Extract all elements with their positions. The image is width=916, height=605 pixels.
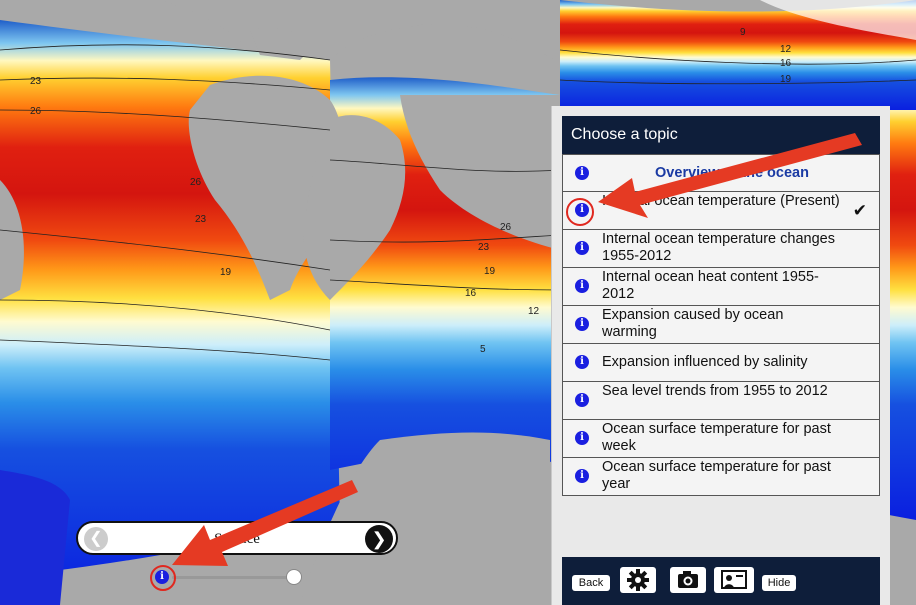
settings-button[interactable] xyxy=(620,567,656,593)
topic-label: Sea level trends from 1955 to 2012 xyxy=(602,383,828,399)
gear-icon xyxy=(627,569,649,591)
topic-label: Internal ocean heat content 1955-2012 xyxy=(602,269,819,302)
contour-label: 19 xyxy=(220,267,232,278)
topic-label: Ocean surface temperature for past year xyxy=(602,459,831,492)
highlight-ring xyxy=(150,565,176,591)
info-icon[interactable]: i xyxy=(575,279,589,293)
camera-icon xyxy=(678,571,698,588)
topic-item-surface-year[interactable]: i Ocean surface temperature for past yea… xyxy=(562,458,880,496)
topic-item-surface-week[interactable]: i Ocean surface temperature for past wee… xyxy=(562,420,880,458)
back-button[interactable]: Back xyxy=(572,575,610,591)
depth-selector: ❮ Surface ❯ xyxy=(76,521,398,555)
contour-label: 5 xyxy=(480,344,486,355)
checkmark-icon: ✔ xyxy=(852,201,867,220)
panel-toolbar: Back Hide xyxy=(562,557,880,605)
topic-item-sea-level-trends[interactable]: i Sea level trends from 1955 to 2012 xyxy=(562,382,880,420)
contour-label: 16 xyxy=(465,288,477,299)
info-icon[interactable]: i xyxy=(575,393,589,407)
depth-label: Surface xyxy=(214,531,260,547)
topic-list: i Overview of the ocean i Internal ocean… xyxy=(562,154,880,496)
contour-label: 19 xyxy=(780,74,792,85)
hide-button[interactable]: Hide xyxy=(762,575,796,591)
info-icon[interactable]: i xyxy=(575,469,589,483)
contour-label: 9 xyxy=(740,27,746,38)
info-icon[interactable]: i xyxy=(575,166,589,180)
topic-label: Expansion influenced by salinity xyxy=(602,354,808,370)
topic-item-expansion-warming[interactable]: i Expansion caused by ocean warming xyxy=(562,306,880,344)
topic-label: Ocean surface temperature for past week xyxy=(602,421,831,454)
contour-label: 26 xyxy=(30,106,42,117)
topic-item-internal-temperature[interactable]: i Internal ocean temperature (Present) ✔ xyxy=(562,192,880,230)
topic-label: Overview of the ocean xyxy=(655,165,809,181)
contour-label: 23 xyxy=(478,242,490,253)
topic-item-expansion-salinity[interactable]: i Expansion influenced by salinity xyxy=(562,344,880,382)
topic-item-temperature-changes[interactable]: i Internal ocean temperature changes 195… xyxy=(562,230,880,268)
info-icon[interactable]: i xyxy=(575,317,589,331)
contour-label: 26 xyxy=(500,222,512,233)
contour-label: 26 xyxy=(190,177,202,188)
topic-panel: Choose a topic i Overview of the ocean i… xyxy=(551,106,890,605)
topic-item-heat-content[interactable]: i Internal ocean heat content 1955-2012 xyxy=(562,268,880,306)
info-icon[interactable]: i xyxy=(575,241,589,255)
opacity-slider-track[interactable] xyxy=(172,576,294,579)
topic-label: Internal ocean temperature (Present) xyxy=(602,193,840,209)
contour-label: 19 xyxy=(484,266,496,277)
contour-label: 12 xyxy=(780,44,792,55)
contour-label: 12 xyxy=(528,306,540,317)
contour-label: 23 xyxy=(195,214,207,225)
contour-label: 23 xyxy=(30,76,42,87)
depth-next-button[interactable]: ❯ xyxy=(365,525,393,553)
opacity-slider-handle[interactable] xyxy=(286,569,302,585)
topic-item-overview[interactable]: i Overview of the ocean xyxy=(562,154,880,192)
info-icon[interactable]: i xyxy=(575,355,589,369)
contour-label: 16 xyxy=(780,58,792,69)
highlight-ring xyxy=(566,198,594,226)
topic-label: Internal ocean temperature changes 1955-… xyxy=(602,231,835,264)
chevron-right-icon: ❯ xyxy=(371,529,387,549)
presentation-icon xyxy=(721,570,747,589)
screenshot-button[interactable] xyxy=(670,567,706,593)
panel-title: Choose a topic xyxy=(562,116,880,154)
info-icon[interactable]: i xyxy=(575,431,589,445)
topic-label: Expansion caused by ocean warming xyxy=(602,307,784,340)
present-button[interactable] xyxy=(714,567,754,593)
